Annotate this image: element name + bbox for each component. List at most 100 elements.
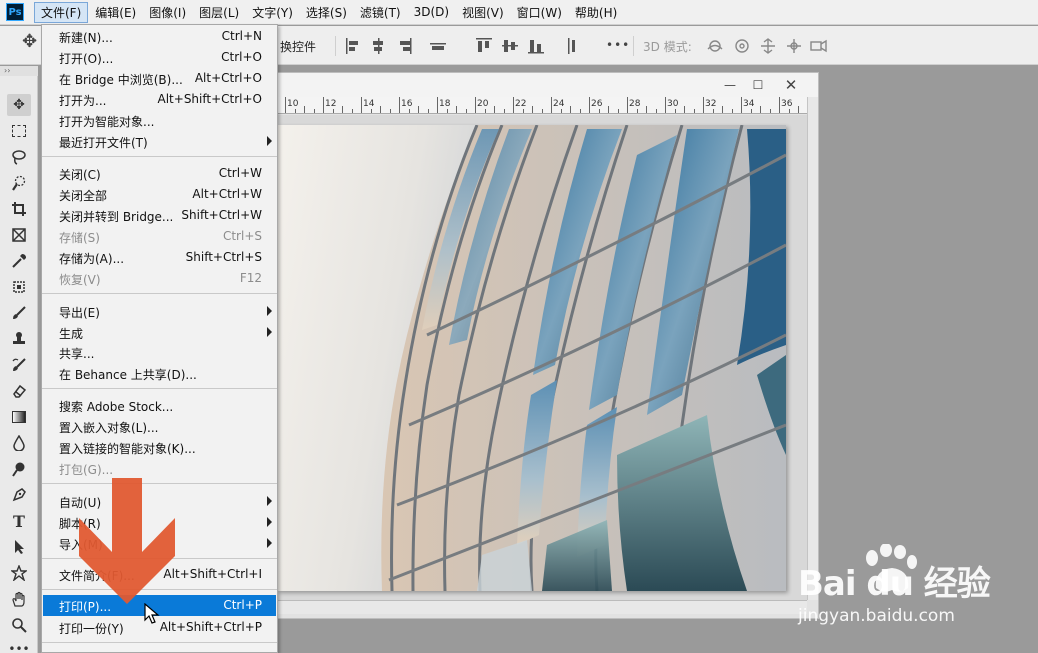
menu-view[interactable]: 视图(V) (456, 2, 510, 23)
menu-item-generate[interactable]: 生成 (43, 322, 276, 343)
spot-healing-tool-icon[interactable] (7, 276, 31, 298)
vertical-scrollbar[interactable] (807, 97, 818, 600)
more-tools-icon[interactable]: ••• (7, 638, 31, 653)
menu-select[interactable]: 选择(S) (300, 2, 353, 23)
move-tool-icon[interactable]: ✥ (7, 94, 31, 116)
move-tool-icon[interactable]: ✥ (22, 33, 37, 51)
document-window: — ☐ ✕ 10 12 14 16 18 20 22 24 26 28 30 32 34 36 (276, 72, 819, 619)
red-down-arrow-icon (79, 478, 175, 604)
path-selection-tool-icon[interactable] (7, 536, 31, 558)
ruler-minor-tick (769, 109, 771, 113)
separator (633, 36, 634, 56)
document-titlebar[interactable]: — ☐ ✕ (277, 73, 818, 97)
ruler-minor-tick (760, 106, 761, 113)
menu-edit[interactable]: 编辑(E) (89, 2, 142, 23)
crop-tool-icon[interactable] (7, 198, 31, 220)
ruler-major-tick (513, 97, 514, 113)
ruler-label: 30 (667, 99, 679, 109)
ruler-minor-tick (750, 109, 752, 113)
ruler-minor-tick (636, 109, 638, 113)
3d-mode-icons[interactable] (705, 37, 830, 55)
ruler-minor-tick (541, 109, 543, 113)
menu-item-close-all[interactable]: 关闭全部 Alt+Ctrl+W (43, 184, 276, 205)
zoom-tool-icon[interactable] (7, 614, 31, 636)
separator (335, 36, 336, 56)
ruler-label: 20 (477, 99, 489, 109)
menu-item-close-go-bridge[interactable]: 关闭并转到 Bridge... Shift+Ctrl+W (43, 205, 276, 226)
ruler-minor-tick (494, 106, 495, 113)
panel-collapse-toggle[interactable]: ›› (0, 66, 38, 76)
hand-tool-icon[interactable] (7, 588, 31, 610)
lasso-tool-icon[interactable] (7, 146, 31, 168)
show-transform-controls-label[interactable]: 换控件 (280, 38, 316, 55)
watermark-brand-text: Bai du 经验 (798, 564, 991, 604)
ruler-minor-tick (418, 106, 419, 113)
menu-item-save[interactable]: 存储(S) Ctrl+S (43, 226, 276, 247)
ruler-minor-tick (484, 109, 486, 113)
quick-selection-tool-icon[interactable] (7, 172, 31, 194)
menu-item-open-as[interactable]: 打开为... Alt+Shift+Ctrl+O (43, 89, 276, 110)
canvas-area[interactable] (277, 115, 807, 600)
menu-item-recent-files[interactable]: 最近打开文件(T) (43, 131, 276, 152)
blur-tool-icon[interactable] (7, 432, 31, 454)
menu-item-place-embedded[interactable]: 置入嵌入对象(L)... (43, 416, 276, 437)
menu-filter[interactable]: 滤镜(T) (354, 2, 407, 23)
marquee-tool-icon[interactable] (7, 120, 31, 142)
horizontal-scrollbar[interactable] (277, 600, 807, 614)
minimize-button[interactable]: — (716, 76, 744, 94)
ruler-minor-tick (294, 109, 296, 113)
clone-stamp-tool-icon[interactable] (7, 328, 31, 350)
ruler-label: 32 (705, 99, 717, 109)
pen-tool-icon[interactable] (7, 484, 31, 506)
ruler-minor-tick (427, 109, 429, 113)
close-button[interactable]: ✕ (777, 76, 805, 94)
gradient-tool-icon[interactable] (7, 406, 31, 428)
brush-tool-icon[interactable] (7, 302, 31, 324)
menu-item-share-behance[interactable]: 在 Behance 上共享(D)... (43, 363, 276, 384)
align-distribute-icons[interactable] (346, 38, 616, 54)
menu-item-place-linked[interactable]: 置入链接的智能对象(K)... (43, 437, 276, 458)
menu-image[interactable]: 图像(I) (143, 2, 192, 23)
frame-tool-icon[interactable] (7, 224, 31, 246)
custom-shape-tool-icon[interactable] (7, 562, 31, 584)
menu-item-search-adobe-stock[interactable]: 搜索 Adobe Stock... (43, 395, 276, 416)
more-options-icon[interactable]: ••• (606, 38, 630, 52)
menu-window[interactable]: 窗口(W) (511, 2, 568, 23)
menu-item-share[interactable]: 共享... (43, 342, 276, 363)
menu-item-open-smart-object[interactable]: 打开为智能对象... (43, 110, 276, 131)
ruler-minor-tick (608, 106, 609, 113)
ruler-minor-tick (798, 106, 799, 113)
menu-item-new[interactable]: 新建(N)... Ctrl+N (43, 26, 276, 47)
ruler-major-tick (741, 97, 742, 113)
ruler-label: 14 (363, 99, 375, 109)
menu-item-save-as[interactable]: 存储为(A)... Shift+Ctrl+S (43, 247, 276, 268)
menu-layer[interactable]: 图层(L) (193, 2, 245, 23)
ruler-minor-tick (370, 109, 372, 113)
photoshop-logo-icon[interactable]: Ps (6, 3, 24, 21)
eyedropper-tool-icon[interactable] (7, 250, 31, 272)
menu-type[interactable]: 文字(Y) (246, 2, 299, 23)
building-facade-image (381, 125, 786, 591)
horizontal-ruler[interactable]: 10 12 14 16 18 20 22 24 26 28 30 32 34 36 (277, 97, 807, 114)
ruler-label: 34 (743, 99, 755, 109)
dodge-tool-icon[interactable] (7, 458, 31, 480)
menu-help[interactable]: 帮助(H) (569, 2, 623, 23)
ruler-minor-tick (446, 109, 448, 113)
menu-item-revert[interactable]: 恢复(V) F12 (43, 268, 276, 289)
ruler-label: 16 (401, 99, 413, 109)
ruler-minor-tick (380, 106, 381, 113)
maximize-button[interactable]: ☐ (744, 76, 772, 94)
type-tool-icon[interactable]: T (7, 510, 31, 532)
menu-item-package[interactable]: 打包(G)... (43, 458, 276, 479)
ruler-label: 10 (287, 99, 299, 109)
ruler-minor-tick (674, 109, 676, 113)
menu-item-browse-bridge[interactable]: 在 Bridge 中浏览(B)... Alt+Ctrl+O (43, 68, 276, 89)
menu-item-close[interactable]: 关闭(C) Ctrl+W (43, 163, 276, 184)
eraser-tool-icon[interactable] (7, 380, 31, 402)
ruler-major-tick (551, 97, 552, 113)
menu-item-export[interactable]: 导出(E) (43, 301, 276, 322)
menu-file[interactable]: 文件(F) (34, 1, 89, 23)
history-brush-tool-icon[interactable] (7, 354, 31, 376)
menu-item-open[interactable]: 打开(O)... Ctrl+O (43, 47, 276, 68)
menu-3d[interactable]: 3D(D) (408, 2, 455, 23)
